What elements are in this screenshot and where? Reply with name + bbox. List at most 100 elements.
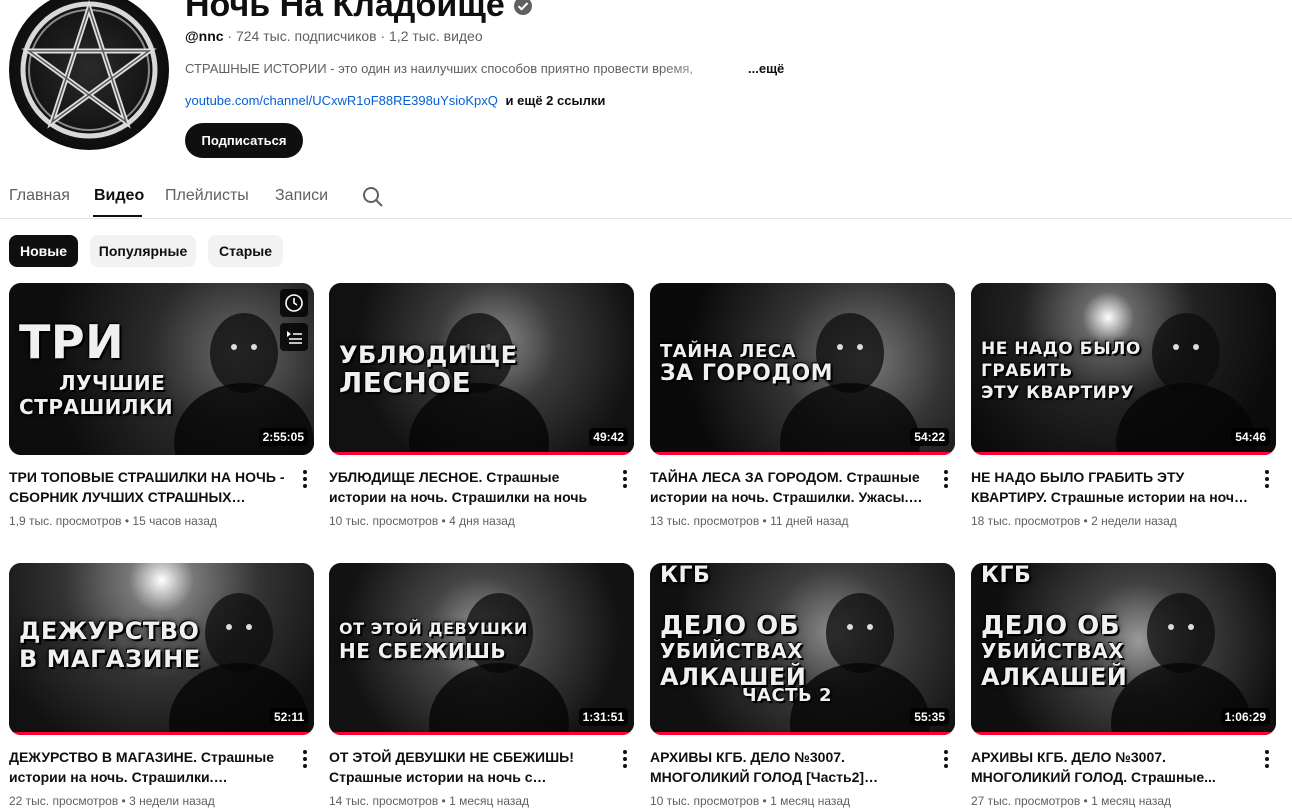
upload-age: 1 месяц назад (1091, 794, 1172, 808)
chip-popular[interactable]: Популярные (90, 235, 196, 267)
stats-separator: • (121, 514, 133, 528)
video-stats: 1,9 тыс. просмотров • 15 часов назад (9, 514, 217, 528)
video-title[interactable]: ОТ ЭТОЙ ДЕВУШКИ НЕ СБЕЖИШЬ! Страшные ист… (329, 747, 609, 787)
video-stats: 10 тыс. просмотров • 4 дня назад (329, 514, 515, 528)
video-duration: 54:46 (1231, 428, 1270, 446)
video-duration: 2:55:05 (258, 428, 308, 446)
video-thumbnail[interactable]: ДЕЖУРСТВО В МАГАЗИНЕ 52:11 (9, 563, 314, 735)
channel-name: Ночь На Кладбище (185, 0, 505, 24)
more-vertical-icon[interactable] (297, 469, 313, 489)
thumbnail-caption: ЭТУ КВАРТИРУ (981, 383, 1134, 403)
upload-age: 1 месяц назад (449, 794, 530, 808)
video-stats: 10 тыс. просмотров • 1 месяц назад (650, 794, 850, 808)
watch-progress-bar (329, 452, 634, 455)
watch-progress-bar (650, 732, 955, 735)
upload-age: 3 недели назад (129, 794, 215, 808)
video-title[interactable]: АРХИВЫ КГБ. ДЕЛО №3007. МНОГОЛИКИЙ ГОЛОД… (971, 747, 1251, 787)
video-thumbnail[interactable]: КГБ ДЕЛО ОБ УБИЙСТВАХ АЛКАШЕЙ ЧАСТЬ 2 55:35 (650, 563, 955, 735)
channel-meta: @nnc · 724 тыс. подписчиков · 1,2 тыс. в… (185, 28, 483, 44)
video-thumbnail[interactable]: ТРИ ЛУЧШИЕ СТРАШИЛКИ 2:55:05 (9, 283, 314, 455)
more-vertical-icon[interactable] (297, 749, 313, 769)
thumbnail-caption: УБЛЮДИЩЕ (339, 341, 518, 369)
view-count: 10 тыс. просмотров (329, 514, 439, 528)
thumbnail-caption: ЛЕСНОЕ (339, 366, 472, 399)
upload-age: 1 месяц назад (770, 794, 851, 808)
channel-title: Ночь На Кладбище (185, 0, 533, 25)
thumbnail-caption: НЕ НАДО БЫЛО (981, 339, 1141, 359)
thumbnail-caption: ОТ ЭТОЙ ДЕВУШКИ (339, 619, 528, 638)
video-duration: 54:22 (910, 428, 949, 446)
watch-progress-bar (329, 732, 634, 735)
more-vertical-icon[interactable] (1259, 469, 1275, 489)
thumbnail-caption: СТРАШИЛКИ (19, 395, 174, 419)
video-duration: 52:11 (269, 708, 308, 726)
channel-handle: @nnc (185, 28, 224, 44)
video-thumbnail[interactable]: КГБ ДЕЛО ОБ УБИЙСТВАХ АЛКАШЕЙ 1:06:29 (971, 563, 1276, 735)
chip-newest[interactable]: Новые (9, 235, 78, 267)
tab-home[interactable]: Главная (9, 187, 70, 205)
video-title[interactable]: УБЛЮДИЩЕ ЛЕСНОЕ. Страшные истории на ноч… (329, 467, 609, 507)
channel-link[interactable]: youtube.com/channel/UCxwR1oF88RE398uYsio… (185, 93, 498, 108)
video-thumbnail[interactable]: ОТ ЭТОЙ ДЕВУШКИ НЕ СБЕЖИШЬ 1:31:51 (329, 563, 634, 735)
chip-oldest[interactable]: Старые (208, 235, 283, 267)
more-links-button[interactable]: и ещё 2 ссылки (506, 93, 606, 108)
stats-separator: • (118, 794, 130, 808)
description-more-link[interactable]: ...ещё (748, 61, 784, 76)
more-vertical-icon[interactable] (938, 749, 954, 769)
video-stats: 27 тыс. просмотров • 1 месяц назад (971, 794, 1171, 808)
active-tab-indicator (93, 215, 142, 217)
upload-age: 11 дней назад (770, 514, 849, 528)
view-count: 27 тыс. просмотров (971, 794, 1081, 808)
video-title[interactable]: АРХИВЫ КГБ. ДЕЛО №3007. МНОГОЛИКИЙ ГОЛОД… (650, 747, 930, 787)
thumbnail-caption: ТАЙНА ЛЕСА (660, 341, 796, 362)
view-count: 14 тыс. просмотров (329, 794, 439, 808)
video-duration: 49:42 (589, 428, 628, 446)
tab-videos[interactable]: Видео (94, 187, 144, 205)
video-stats: 13 тыс. просмотров • 11 дней назад (650, 514, 849, 528)
thumbnail-caption: УБИЙСТВАХ (660, 639, 804, 663)
more-vertical-icon[interactable] (617, 469, 633, 489)
more-vertical-icon[interactable] (1259, 749, 1275, 769)
watch-progress-bar (971, 732, 1276, 735)
view-count: 18 тыс. просмотров (971, 514, 1081, 528)
subscribe-button[interactable]: Подписаться (185, 123, 303, 158)
upload-age: 4 дня назад (449, 514, 515, 528)
description-fade (660, 58, 750, 80)
thumbnail-caption: КГБ (981, 563, 1032, 588)
video-duration: 55:35 (910, 708, 949, 726)
thumbnail-caption: ДЕЛО ОБ (660, 611, 800, 641)
tab-playlists[interactable]: Плейлисты (165, 187, 249, 205)
video-title[interactable]: ТРИ ТОПОВЫЕ СТРАШИЛКИ НА НОЧЬ - СБОРНИК … (9, 467, 289, 507)
upload-age: 15 часов назад (132, 514, 217, 528)
watch-progress-bar (9, 732, 314, 735)
video-thumbnail[interactable]: УБЛЮДИЩЕ ЛЕСНОЕ 49:42 (329, 283, 634, 455)
thumbnail-caption: ЧАСТЬ 2 (742, 685, 832, 706)
thumbnail-caption: ЛУЧШИЕ (59, 371, 166, 395)
stats-separator: • (759, 514, 771, 528)
view-count: 1,9 тыс. просмотров (9, 514, 122, 528)
video-stats: 18 тыс. просмотров • 2 недели назад (971, 514, 1177, 528)
search-icon[interactable] (361, 185, 385, 209)
stats-separator: • (759, 794, 771, 808)
verified-check-icon (513, 0, 532, 15)
stats-separator: • (438, 794, 450, 808)
clock-icon[interactable] (280, 289, 308, 317)
video-title[interactable]: ДЕЖУРСТВО В МАГАЗИНЕ. Страшные истории н… (9, 747, 289, 787)
more-vertical-icon[interactable] (617, 749, 633, 769)
tab-posts[interactable]: Записи (275, 187, 328, 205)
video-title[interactable]: ТАЙНА ЛЕСА ЗА ГОРОДОМ. Страшные истории … (650, 467, 930, 507)
channel-links: youtube.com/channel/UCxwR1oF88RE398uYsio… (185, 93, 605, 108)
pentagram-icon (20, 0, 158, 139)
channel-tabs: Главная Видео Плейлисты Записи (0, 178, 1292, 219)
more-vertical-icon[interactable] (938, 469, 954, 489)
view-count: 22 тыс. просмотров (9, 794, 119, 808)
thumbnail-caption: ТРИ (19, 315, 125, 369)
watch-progress-bar (650, 452, 955, 455)
video-title[interactable]: НЕ НАДО БЫЛО ГРАБИТЬ ЭТУ КВАРТИРУ. Страш… (971, 467, 1251, 507)
queue-icon[interactable] (280, 323, 308, 351)
channel-avatar[interactable] (9, 0, 169, 150)
video-duration: 1:06:29 (1220, 708, 1270, 726)
video-thumbnail[interactable]: ТАЙНА ЛЕСА ЗА ГОРОДОМ 54:22 (650, 283, 955, 455)
video-thumbnail[interactable]: НЕ НАДО БЫЛО ГРАБИТЬ ЭТУ КВАРТИРУ 54:46 (971, 283, 1276, 455)
upload-age: 2 недели назад (1091, 514, 1177, 528)
